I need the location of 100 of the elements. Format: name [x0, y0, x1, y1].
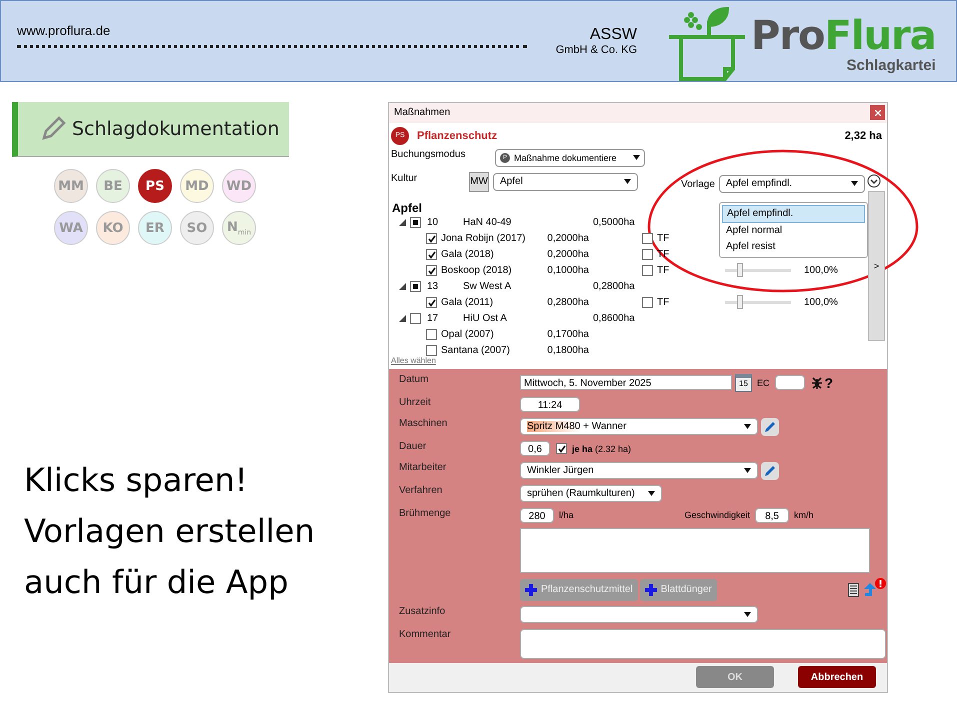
logo-text: ProFlura	[751, 15, 936, 57]
field-area: 0,5000ha	[593, 217, 633, 228]
amount-label: Brühmenge	[399, 508, 452, 518]
share-percent: 100,0%	[804, 297, 838, 308]
extra-info-select[interactable]	[520, 606, 758, 623]
pencil-icon	[764, 464, 776, 476]
duration-label: Dauer	[399, 441, 428, 452]
logo-subtitle: Schlagkartei	[846, 57, 936, 74]
field-checkbox[interactable]	[410, 281, 421, 292]
edit-button[interactable]	[761, 462, 779, 480]
culture-button[interactable]: MW	[469, 172, 489, 192]
time-field[interactable]: 11:24	[520, 397, 580, 412]
caret-down-icon	[744, 424, 751, 429]
select-all-link[interactable]: Alles wählen	[391, 356, 436, 366]
expander-icon[interactable]	[399, 283, 406, 290]
speed-field[interactable]: 8,5	[755, 508, 790, 522]
tf-label: TF	[657, 265, 670, 276]
products-area[interactable]	[520, 528, 870, 573]
amount-field[interactable]: 280	[520, 508, 554, 522]
tf-checkbox[interactable]	[642, 265, 653, 276]
check-icon	[558, 444, 566, 452]
edit-button[interactable]	[761, 418, 779, 436]
extra-info-label: Zusatzinfo	[399, 606, 446, 617]
calendar-button[interactable]: 15	[735, 374, 752, 392]
expander-icon[interactable]	[399, 315, 406, 322]
machines-select[interactable]: Spritz M480 + Wanner	[520, 418, 758, 435]
slider-thumb[interactable]	[737, 295, 743, 310]
tf-checkbox[interactable]	[642, 297, 653, 308]
plot-name: Gala (2011)	[441, 297, 494, 308]
date-label: Datum	[399, 374, 430, 384]
plot-name: Opal (2007)	[441, 329, 495, 340]
slider-thumb[interactable]	[737, 263, 743, 278]
documentation-button[interactable]: Schlagdokumentation	[12, 102, 289, 157]
field-area: 0,8600ha	[593, 313, 633, 324]
category-button[interactable]: PS	[138, 169, 172, 203]
insect-icon[interactable]	[810, 376, 824, 390]
speed-unit: km/h	[794, 510, 814, 520]
plot-name: Boskoop (2018)	[441, 265, 513, 276]
field-checkbox[interactable]	[410, 217, 421, 228]
plot-checkbox[interactable]	[426, 265, 437, 276]
comment-field[interactable]	[520, 628, 886, 658]
plot-checkbox[interactable]	[426, 249, 437, 260]
field-checkbox[interactable]	[410, 313, 421, 324]
per-ha-checkbox[interactable]	[556, 443, 567, 454]
field-name: HaN 40-49	[463, 217, 512, 228]
field-number: 13	[427, 281, 440, 292]
pencil-icon	[764, 420, 776, 432]
chevron-down-icon[interactable]	[866, 174, 881, 188]
comment-label: Kommentar	[399, 628, 452, 640]
method-select[interactable]: sprühen (Raumkulturen)	[520, 485, 662, 502]
plot-checkbox[interactable]	[426, 297, 437, 308]
expander-icon[interactable]	[399, 219, 406, 226]
culture-label: Kultur	[391, 172, 418, 184]
field-name: HiU Ost A	[463, 313, 508, 324]
plot-checkbox[interactable]	[426, 329, 437, 340]
plus-icon	[644, 584, 657, 596]
check-icon	[428, 298, 436, 307]
caret-down-icon	[850, 181, 858, 186]
plot-checkbox[interactable]	[426, 233, 437, 244]
share-percent: 100,0%	[804, 265, 838, 276]
template-option[interactable]: Apfel resist	[722, 238, 865, 255]
plot-area: 0,2800ha	[533, 297, 589, 308]
tf-checkbox[interactable]	[642, 233, 653, 244]
website-text: www.proflura.de	[17, 23, 112, 38]
plot-area: 0,1700ha	[533, 329, 589, 340]
field-number: 10	[427, 217, 440, 228]
date-field[interactable]: Mittwoch, 5. November 2025	[520, 375, 732, 390]
method-label: Verfahren	[399, 485, 444, 496]
duration-field[interactable]: 0,6	[520, 441, 550, 456]
list-icon[interactable]	[848, 582, 859, 596]
side-panel-toggle[interactable]: >	[868, 190, 885, 341]
company-name: ASSW	[590, 26, 637, 44]
culture-select[interactable]: Apfel	[493, 172, 638, 191]
dialog-heading: Pflanzenschutz	[417, 130, 498, 142]
machines-label: Maschinen	[399, 418, 448, 428]
plot-area: 0,2000ha	[533, 233, 589, 244]
help-mark[interactable]: ?	[824, 374, 834, 390]
company-form: GmbH & Co. KG	[556, 44, 637, 56]
plot-area: 0,1800ha	[533, 345, 589, 356]
ec-label: EC	[757, 378, 770, 388]
tf-label: TF	[657, 297, 670, 308]
cancel-button[interactable]: Abbrechen	[798, 666, 876, 688]
field-area: 0,2800ha	[593, 281, 633, 292]
plot-checkbox[interactable]	[426, 345, 437, 356]
plot-name: Santana (2007)	[441, 345, 511, 356]
plot-area: 0,1000ha	[533, 265, 589, 276]
worker-select[interactable]: Winkler Jürgen	[520, 462, 758, 479]
template-option[interactable]: Apfel empfindl.	[722, 204, 865, 223]
plot-name: Jona Robijn (2017)	[441, 233, 526, 244]
close-button[interactable]	[870, 105, 885, 120]
template-option[interactable]: Apfel normal	[722, 222, 865, 239]
pencil-icon	[40, 116, 66, 142]
per-ha-label: je ha (2.32 ha)	[572, 444, 632, 454]
close-icon	[874, 110, 880, 116]
template-label: Vorlage	[681, 178, 715, 190]
template-select[interactable]: Apfel empfindl.	[718, 174, 865, 193]
caret-down-icon	[744, 612, 751, 617]
ec-field[interactable]	[774, 375, 805, 390]
tf-checkbox[interactable]	[642, 249, 653, 260]
booking-label: Buchungsmodus	[391, 148, 466, 160]
